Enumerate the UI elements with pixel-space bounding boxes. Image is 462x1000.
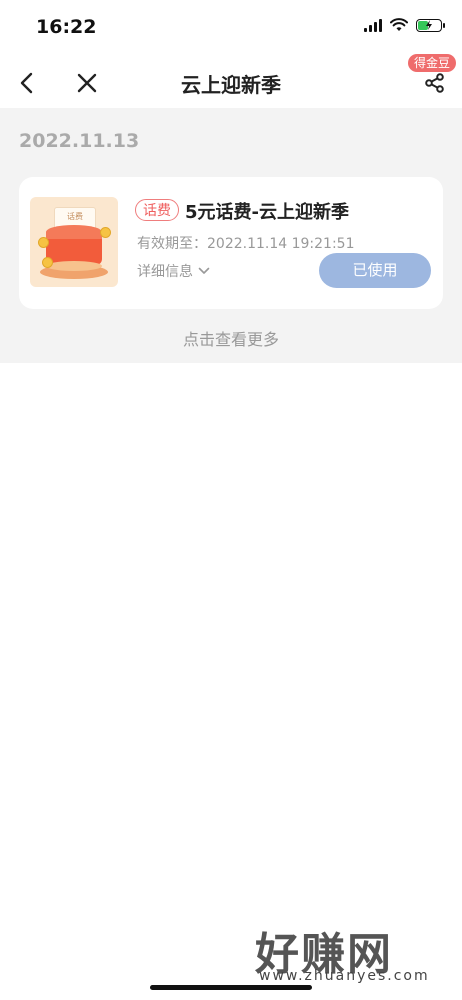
status-time: 16:22 [36, 16, 97, 38]
battery-icon [416, 18, 445, 32]
site-watermark: 好赚网 www.zhuanyes.com [255, 918, 445, 988]
thumb-label: 话费 [67, 212, 83, 221]
view-more-link[interactable]: 点击查看更多 [0, 326, 462, 350]
coupon-title: 5元话费-云上迎新季 [185, 202, 349, 223]
coin-icon [38, 237, 49, 248]
coin-icon [100, 227, 111, 238]
coupon-list-section: 2022.11.13 话费 5元 话费 5元话费-云上迎新季 有效期至：2022… [0, 108, 462, 363]
watermark-url: www.zhuanyes.com [259, 968, 430, 984]
status-icons [364, 18, 445, 32]
coupon-thumbnail: 话费 5元 [30, 197, 118, 287]
wifi-icon [390, 18, 408, 31]
home-indicator[interactable] [150, 985, 312, 990]
page-title: 云上迎新季 [181, 73, 281, 97]
date-header: 2022.11.13 [19, 130, 140, 152]
coupon-card[interactable]: 话费 5元 话费 5元话费-云上迎新季 有效期至：2022.11.14 19:2… [19, 177, 443, 309]
share-button[interactable] [418, 66, 452, 100]
coin-icon [42, 257, 53, 268]
thumb-stage-top [46, 261, 102, 271]
chevron-down-icon [198, 267, 210, 274]
nav-bar: 云上迎新季 得金豆 [0, 54, 462, 108]
status-bar: 16:22 [0, 0, 462, 58]
details-label: 详细信息 [137, 264, 193, 280]
used-status-button[interactable]: 已使用 [319, 253, 431, 288]
signal-icon [364, 18, 382, 32]
details-toggle[interactable]: 详细信息 [137, 261, 210, 281]
coupon-validity: 有效期至：2022.11.14 19:21:51 [137, 236, 355, 252]
category-tag: 话费 [135, 199, 179, 221]
share-icon [425, 73, 444, 93]
